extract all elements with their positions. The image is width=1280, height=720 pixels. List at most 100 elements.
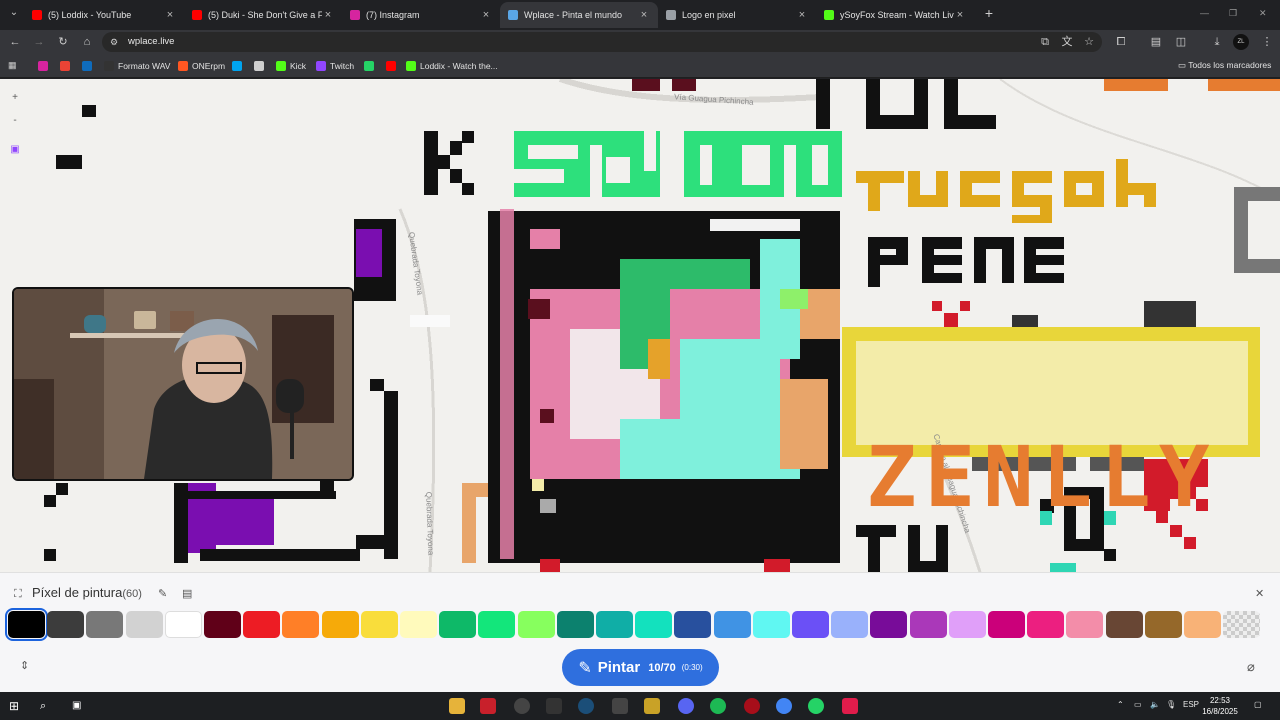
- cast-icon[interactable]: ▤: [1148, 34, 1164, 50]
- color-swatch[interactable]: [517, 611, 555, 638]
- bookmark-star-icon[interactable]: ☆: [1081, 34, 1097, 50]
- color-swatch[interactable]: [400, 611, 437, 638]
- tiktok-icon[interactable]: [842, 698, 858, 714]
- reload-icon[interactable]: ↻: [55, 34, 71, 50]
- maximize-icon[interactable]: ❐: [1229, 8, 1237, 19]
- bookmark-item[interactable]: [232, 60, 246, 72]
- home-icon[interactable]: ⌂: [79, 34, 95, 50]
- notifications-icon[interactable]: ▢: [1254, 700, 1262, 709]
- spotify-icon[interactable]: [710, 698, 726, 714]
- tab-0[interactable]: (5) Loddix - YouTube ×: [24, 2, 184, 28]
- color-swatch[interactable]: [164, 611, 202, 638]
- opera-icon[interactable]: [744, 698, 760, 714]
- minimize-icon[interactable]: —: [1200, 8, 1209, 18]
- color-swatch[interactable]: [635, 611, 673, 638]
- close-tab-icon[interactable]: ×: [796, 9, 808, 21]
- close-tab-icon[interactable]: ×: [322, 9, 334, 21]
- tray-chevron-icon[interactable]: ⌃: [1117, 700, 1124, 709]
- new-tab-button[interactable]: +: [982, 6, 996, 20]
- color-swatch[interactable]: [478, 611, 516, 638]
- tab-4[interactable]: Logo en pixel ×: [658, 2, 816, 28]
- tab-5[interactable]: ySoyFox Stream - Watch Live o ×: [816, 2, 974, 28]
- color-swatch[interactable]: [321, 611, 359, 638]
- color-swatch[interactable]: [1105, 611, 1143, 638]
- bookmark-item[interactable]: [254, 60, 268, 72]
- all-bookmarks-folder[interactable]: ▭ Todos los marcadores: [1178, 60, 1271, 71]
- bookmark-item[interactable]: [386, 60, 400, 72]
- close-tab-icon[interactable]: ×: [164, 9, 176, 21]
- color-swatch[interactable]: [870, 611, 908, 638]
- video-app-icon[interactable]: [480, 698, 496, 714]
- color-swatch[interactable]: [5, 608, 48, 641]
- download-icon[interactable]: ⤓: [1209, 34, 1225, 50]
- eraser-icon[interactable]: ⌀: [1247, 659, 1255, 675]
- chrome-icon[interactable]: [776, 698, 792, 714]
- language-indicator[interactable]: ESP: [1183, 700, 1199, 709]
- search-icon[interactable]: ⌕: [40, 698, 56, 714]
- discord-icon[interactable]: [678, 698, 694, 714]
- bookmark-item[interactable]: [82, 60, 96, 72]
- tab-3[interactable]: Wplace - Pinta el mundo ×: [500, 2, 658, 28]
- color-swatch[interactable]: [1027, 611, 1065, 638]
- color-swatch[interactable]: [831, 611, 869, 638]
- tab-1[interactable]: (5) Duki - She Don't Give a FO ×: [184, 2, 342, 28]
- bookmark-item[interactable]: Twitch: [316, 60, 354, 72]
- close-tab-icon[interactable]: ×: [480, 9, 492, 21]
- expand-icon[interactable]: ⇕: [20, 659, 29, 672]
- obs-icon[interactable]: [514, 698, 530, 714]
- tab-2[interactable]: (7) Instagram ×: [342, 2, 500, 28]
- extensions-icon[interactable]: ⧠: [1113, 34, 1129, 50]
- color-swatch[interactable]: [792, 611, 829, 638]
- close-tab-icon[interactable]: ×: [638, 9, 650, 21]
- close-panel-icon[interactable]: ✕: [1255, 587, 1264, 600]
- microphone-icon[interactable]: 🎙: [1166, 700, 1176, 709]
- color-swatch[interactable]: [713, 611, 751, 638]
- bookmark-item[interactable]: [60, 60, 74, 72]
- bookmark-item[interactable]: [364, 60, 378, 72]
- close-tab-icon[interactable]: ×: [954, 9, 966, 21]
- color-swatch[interactable]: [439, 611, 477, 638]
- color-swatch[interactable]: [204, 611, 241, 638]
- bookmark-item[interactable]: [38, 60, 52, 72]
- zoom-in-button[interactable]: +: [6, 89, 24, 107]
- color-swatch[interactable]: [1184, 611, 1221, 638]
- color-swatch[interactable]: [1144, 611, 1182, 638]
- color-swatch[interactable]: [1066, 611, 1104, 638]
- color-swatch[interactable]: [988, 611, 1025, 638]
- apps-grid-icon[interactable]: ▦: [8, 60, 18, 70]
- zoom-out-button[interactable]: -: [6, 112, 24, 130]
- clock[interactable]: 22:53 16/8/2025: [1200, 695, 1240, 717]
- bookmark-item[interactable]: Kick: [276, 60, 306, 72]
- color-swatch[interactable]: [243, 611, 281, 638]
- color-swatch[interactable]: [86, 611, 124, 638]
- bookmark-item[interactable]: ONErpm: [178, 60, 225, 72]
- close-window-icon[interactable]: ✕: [1259, 8, 1267, 19]
- minecraft-icon[interactable]: [612, 698, 628, 714]
- profile-avatar[interactable]: ZL: [1233, 34, 1249, 50]
- color-swatch[interactable]: [948, 611, 986, 638]
- color-swatch[interactable]: [360, 611, 398, 638]
- file-explorer-icon[interactable]: [449, 698, 465, 714]
- twitch-icon[interactable]: ▣: [6, 141, 24, 159]
- paint-button[interactable]: ✎ Pintar 10/70 (0:30): [562, 649, 719, 686]
- menu-icon[interactable]: ⋮: [1259, 34, 1275, 50]
- steam-icon[interactable]: [578, 698, 594, 714]
- bookmark-item[interactable]: Loddix - Watch the...: [406, 60, 498, 72]
- layers-icon[interactable]: ▤: [182, 587, 192, 600]
- bookmark-item[interactable]: Formato WAV: [104, 60, 170, 72]
- whatsapp-icon[interactable]: [808, 698, 824, 714]
- shield-app-icon[interactable]: [644, 698, 660, 714]
- color-swatch[interactable]: [1223, 611, 1261, 638]
- color-swatch[interactable]: [125, 611, 163, 638]
- tab-search-icon[interactable]: ⌄: [6, 5, 22, 21]
- epic-games-icon[interactable]: [546, 698, 562, 714]
- color-swatch[interactable]: [909, 611, 947, 638]
- windows-start-icon[interactable]: ⊞: [9, 698, 25, 714]
- site-info-icon[interactable]: ⚙: [110, 36, 122, 48]
- color-swatch[interactable]: [674, 611, 712, 638]
- forward-icon[interactable]: →: [31, 34, 47, 50]
- color-swatch[interactable]: [752, 611, 790, 638]
- pencil-icon[interactable]: ✎: [158, 587, 167, 600]
- color-swatch[interactable]: [596, 611, 633, 638]
- tab-search-icon[interactable]: ◫: [1173, 34, 1189, 50]
